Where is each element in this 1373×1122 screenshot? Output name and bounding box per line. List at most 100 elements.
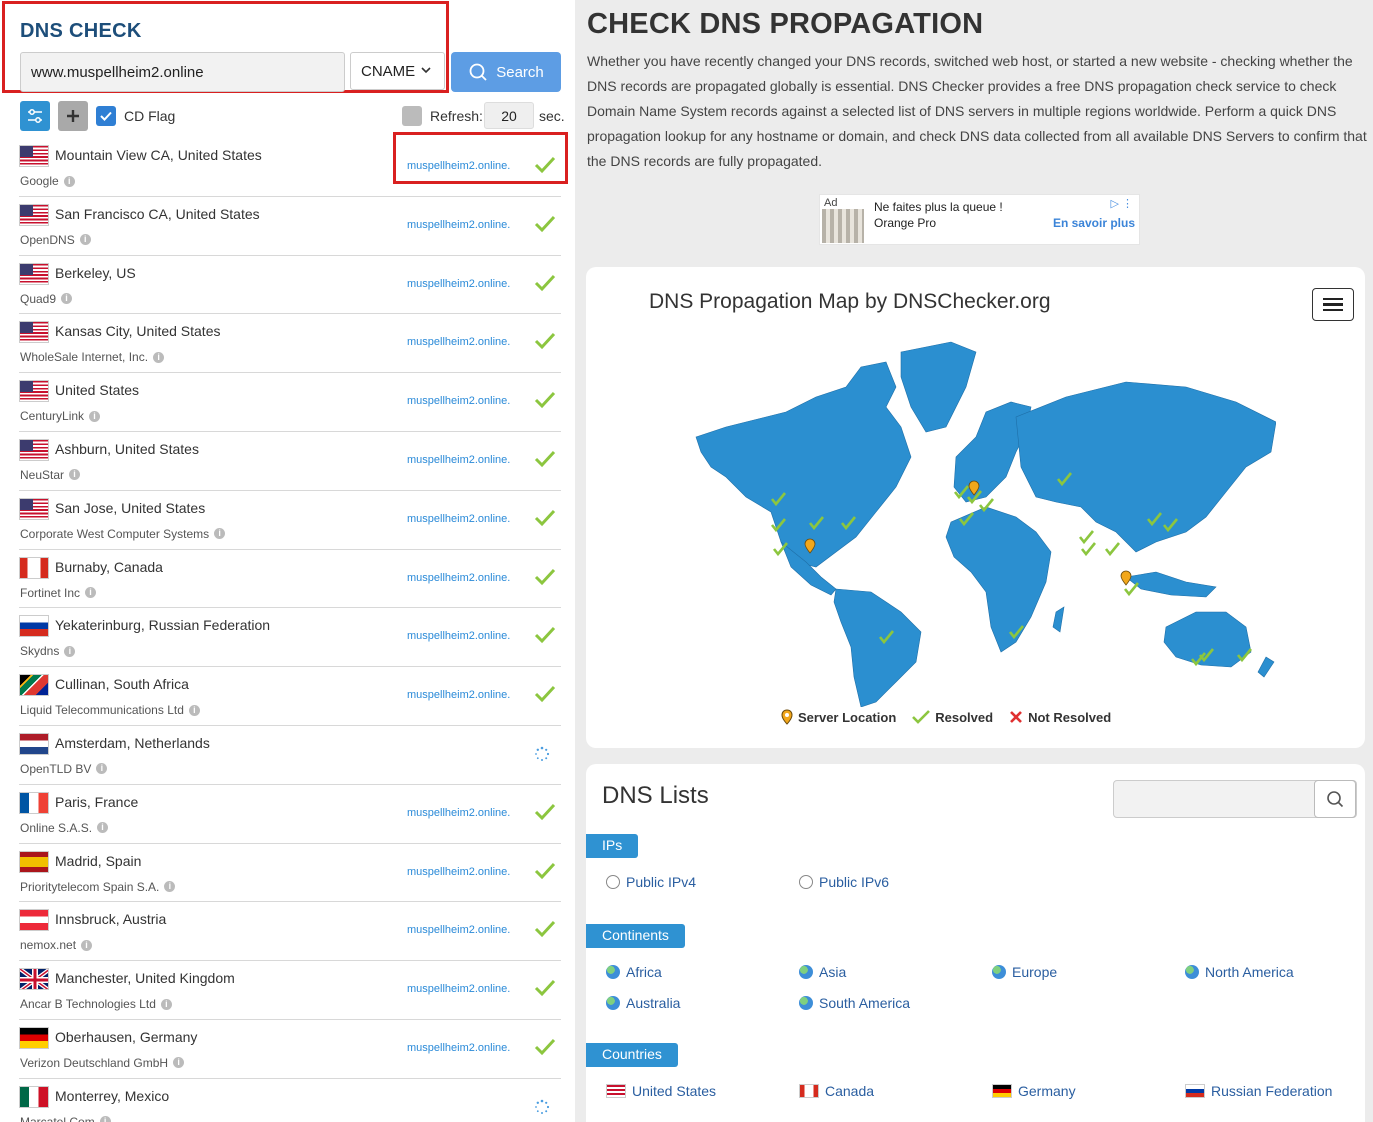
domain-input[interactable] xyxy=(20,52,345,92)
list-item-label: Russian Federation xyxy=(1211,1083,1333,1099)
dns-lists-search-input[interactable] xyxy=(1113,780,1357,818)
list-item-south-america[interactable]: South America xyxy=(799,995,910,1011)
add-server-button[interactable] xyxy=(58,101,88,131)
info-icon[interactable]: i xyxy=(63,175,75,187)
server-location: Cullinan, South Africa xyxy=(55,676,189,693)
resolved-value[interactable]: muspellheim2.online. xyxy=(407,924,510,936)
server-provider: Ancar B Technologies Ltd i xyxy=(20,997,172,1011)
map-menu-button[interactable] xyxy=(1312,288,1354,321)
info-icon[interactable]: i xyxy=(64,645,76,657)
resolved-value[interactable]: muspellheim2.online. xyxy=(407,807,510,819)
info-icon[interactable]: i xyxy=(153,351,165,363)
resolved-value[interactable]: muspellheim2.online. xyxy=(407,572,510,584)
us-flag-icon xyxy=(19,321,49,344)
es-flag-icon xyxy=(19,850,49,873)
info-icon[interactable]: i xyxy=(81,939,93,951)
settings-sliders-button[interactable] xyxy=(20,101,50,131)
info-icon[interactable]: i xyxy=(164,881,176,893)
globe-icon xyxy=(1185,965,1199,979)
legend-resolved: Resolved xyxy=(912,710,993,725)
server-provider: OpenTLD BV i xyxy=(20,762,108,776)
list-item-united-states[interactable]: United States xyxy=(606,1083,716,1099)
resolved-value[interactable]: muspellheim2.online. xyxy=(407,336,510,348)
info-icon[interactable]: i xyxy=(85,587,97,599)
advertisement[interactable]: Ad Ne faites plus la queue ! Orange Pro … xyxy=(819,194,1140,245)
germany-flag-icon xyxy=(992,1084,1012,1098)
resolved-value[interactable]: muspellheim2.online. xyxy=(407,219,510,231)
refresh-checkbox[interactable] xyxy=(402,106,422,126)
page-title: CHECK DNS PROPAGATION xyxy=(587,8,984,40)
list-item-asia[interactable]: Asia xyxy=(799,964,846,980)
ad-cta-link[interactable]: En savoir plus xyxy=(1053,216,1135,230)
dns-lists-card: DNS Lists IPs Continents Countries Publi… xyxy=(586,764,1365,1122)
provider-name: Skydns xyxy=(20,644,60,659)
nl-flag-icon xyxy=(19,732,49,755)
checkmark-icon xyxy=(534,392,556,409)
record-type-select[interactable]: CNAME xyxy=(350,52,445,90)
provider-name: Quad9 xyxy=(20,291,57,306)
plus-icon xyxy=(67,110,79,122)
server-provider: Corporate West Computer Systems i xyxy=(20,527,226,541)
provider-name: Liquid Telecommunications Ltd xyxy=(20,703,184,718)
dns-lists-search-button[interactable] xyxy=(1314,780,1356,818)
resolved-value[interactable]: muspellheim2.online. xyxy=(407,630,510,642)
list-item-russian-federation[interactable]: Russian Federation xyxy=(1185,1083,1332,1099)
server-location: Berkeley, US xyxy=(55,264,136,281)
resolved-value[interactable]: muspellheim2.online. xyxy=(407,454,510,466)
resolved-value[interactable]: muspellheim2.online. xyxy=(407,983,510,995)
resolved-value[interactable]: muspellheim2.online. xyxy=(407,866,510,878)
refresh-interval-input[interactable] xyxy=(484,102,534,129)
cd-flag-checkbox[interactable] xyxy=(96,106,116,126)
list-item-north-america[interactable]: North America xyxy=(1185,964,1294,980)
location-pin-icon xyxy=(781,709,793,725)
legend-server-label: Server Location xyxy=(798,709,897,725)
info-icon[interactable]: i xyxy=(160,998,172,1010)
list-item-public-ipv4[interactable]: Public IPv4 xyxy=(606,874,696,890)
dns-check-title: DNS CHECK xyxy=(20,20,142,42)
search-icon xyxy=(469,63,487,81)
world-map xyxy=(695,341,1276,707)
resolved-check-marker xyxy=(1104,542,1121,557)
refresh-label: Refresh: xyxy=(430,108,483,124)
resolved-value[interactable]: muspellheim2.online. xyxy=(407,395,510,407)
info-icon[interactable]: i xyxy=(99,1116,111,1122)
list-item-germany[interactable]: Germany xyxy=(992,1083,1076,1099)
provider-name: Verizon Deutschland GmbH xyxy=(20,1055,169,1070)
server-row: Innsbruck, Austria nemox.net i muspellheim2… xyxy=(19,902,561,962)
server-row: Monterrey, Mexico Marcatel Com i xyxy=(19,1079,561,1122)
checkmark-icon xyxy=(534,274,556,291)
checkmark-icon xyxy=(534,627,556,644)
info-icon[interactable]: i xyxy=(69,469,81,481)
list-item-label: United States xyxy=(632,1083,717,1099)
info-icon[interactable]: i xyxy=(173,1057,185,1069)
info-icon[interactable]: i xyxy=(188,704,200,716)
propagation-panel: CHECK DNS PROPAGATION Whether you have r… xyxy=(575,0,1373,1122)
search-button[interactable]: Search xyxy=(451,52,561,92)
record-type-value: CNAME xyxy=(361,62,416,80)
list-item-africa[interactable]: Africa xyxy=(606,964,662,980)
resolved-value[interactable]: muspellheim2.online. xyxy=(407,689,510,701)
info-icon[interactable]: i xyxy=(97,822,109,834)
list-item-europe[interactable]: Europe xyxy=(992,964,1057,980)
resolved-value[interactable]: muspellheim2.online. xyxy=(407,160,510,172)
resolved-value[interactable]: muspellheim2.online. xyxy=(407,278,510,290)
info-icon[interactable]: i xyxy=(214,528,226,540)
checkmark-icon xyxy=(534,509,556,526)
south-america-shape xyxy=(833,588,922,707)
server-provider: Google i xyxy=(20,174,75,188)
resolved-value[interactable]: muspellheim2.online. xyxy=(407,513,510,525)
info-icon[interactable]: i xyxy=(89,410,101,422)
list-item-australia[interactable]: Australia xyxy=(606,995,680,1011)
ad-choices-icon[interactable]: ▷ ⋮ xyxy=(1110,197,1133,210)
info-icon[interactable]: i xyxy=(61,293,73,305)
info-icon[interactable]: i xyxy=(96,763,108,775)
canada-flag-icon xyxy=(799,1084,819,1098)
checkmark-icon xyxy=(534,450,556,468)
info-icon[interactable]: i xyxy=(79,234,91,246)
list-item-public-ipv6[interactable]: Public IPv6 xyxy=(799,874,889,890)
map-title: DNS Propagation Map by DNSChecker.org xyxy=(649,290,1051,313)
provider-name: Online S.A.S. xyxy=(20,820,93,835)
list-item-label: Public IPv6 xyxy=(819,874,890,890)
list-item-canada[interactable]: Canada xyxy=(799,1083,874,1099)
resolved-value[interactable]: muspellheim2.online. xyxy=(407,1042,510,1054)
